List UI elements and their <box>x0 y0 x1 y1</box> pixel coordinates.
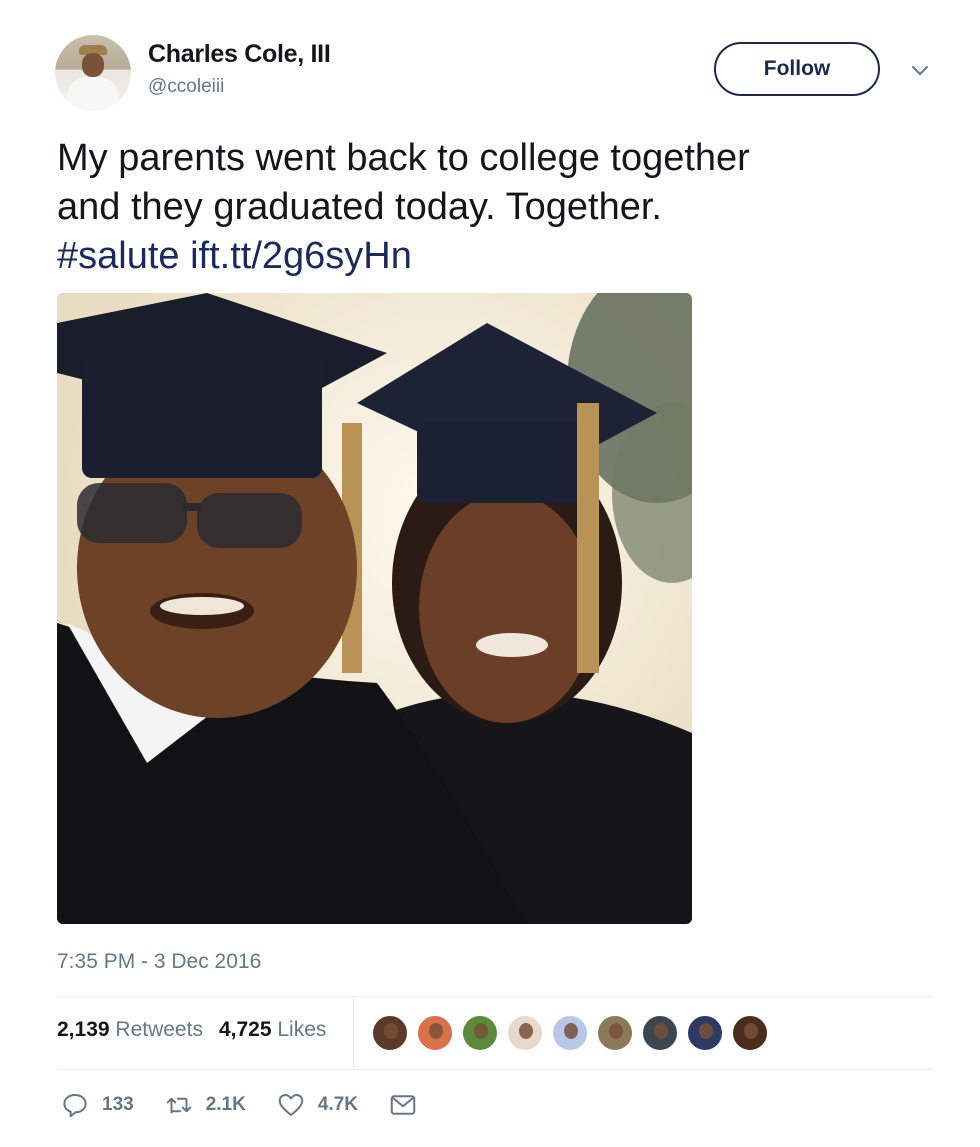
tweet-text: My parents went back to college together… <box>57 134 937 281</box>
liker-avatar[interactable] <box>506 1014 544 1052</box>
hashtag-link[interactable]: #salute <box>57 235 180 277</box>
follow-button[interactable]: Follow <box>714 42 880 96</box>
reply-icon[interactable] <box>60 1090 90 1120</box>
likes-count: 4,725 <box>218 1018 272 1041</box>
direct-message-action[interactable] <box>388 1090 418 1120</box>
liker-avatar[interactable] <box>551 1014 589 1052</box>
divider-bottom <box>57 1069 932 1070</box>
retweets-count: 2,139 <box>57 1018 110 1041</box>
avatar-shirt <box>67 77 119 111</box>
liker-avatar[interactable] <box>686 1014 724 1052</box>
liker-avatars <box>371 1014 769 1052</box>
tweet-line-2: and they graduated today. Together. <box>57 186 662 228</box>
avatar-face <box>82 53 104 77</box>
retweet-action[interactable]: 2.1K <box>164 1090 246 1120</box>
liker-avatar[interactable] <box>596 1014 634 1052</box>
likes-label: Likes <box>277 1018 327 1041</box>
author-name[interactable]: Charles Cole, III <box>148 40 331 69</box>
liker-avatar[interactable] <box>416 1014 454 1052</box>
tweet-line-1: My parents went back to college together <box>57 137 750 179</box>
graduation-selfie-image <box>57 293 692 924</box>
likes-stat[interactable]: 4,725 Likes <box>219 1018 326 1042</box>
divider-top <box>57 996 932 997</box>
reply-count: 133 <box>102 1094 134 1115</box>
direct-message-icon[interactable] <box>388 1090 418 1120</box>
liker-avatar[interactable] <box>731 1014 769 1052</box>
retweet-icon[interactable] <box>164 1090 194 1120</box>
author-avatar[interactable] <box>55 35 131 111</box>
like-icon[interactable] <box>276 1090 306 1120</box>
retweets-label: Retweets <box>115 1018 203 1041</box>
like-action[interactable]: 4.7K <box>276 1090 358 1120</box>
tweet-photo[interactable] <box>57 293 692 924</box>
author-handle[interactable]: @ccoleiii <box>148 76 224 98</box>
tweet-timestamp[interactable]: 7:35 PM - 3 Dec 2016 <box>57 950 261 974</box>
tweet-line-3: #salute ift.tt/2g6syHn <box>57 232 937 281</box>
reply-action[interactable]: 133 <box>60 1090 134 1120</box>
liker-avatar[interactable] <box>371 1014 409 1052</box>
liker-avatar[interactable] <box>641 1014 679 1052</box>
divider-vertical <box>353 997 354 1069</box>
retweet-count: 2.1K <box>205 1094 246 1115</box>
like-count: 4.7K <box>317 1094 358 1115</box>
engagement-stats: 2,139 Retweets 4,725 Likes <box>57 1018 326 1042</box>
chevron-down-icon[interactable] <box>908 58 932 82</box>
url-link[interactable]: ift.tt/2g6syHn <box>190 235 412 277</box>
tweet-actions: 133 2.1K 4.7K <box>60 1090 448 1120</box>
liker-avatar[interactable] <box>461 1014 499 1052</box>
retweets-stat[interactable]: 2,139 Retweets <box>57 1018 203 1042</box>
